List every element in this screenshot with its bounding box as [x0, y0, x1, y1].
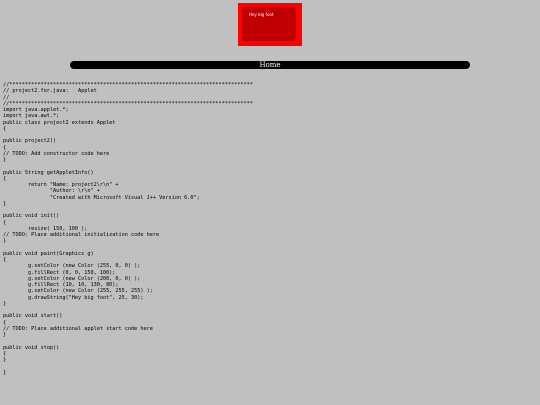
applet-greeting-text: Hey big foot	[249, 12, 274, 17]
java-source-code: //**************************************…	[3, 82, 253, 376]
home-link[interactable]: Home	[70, 61, 470, 69]
home-nav-bar: Home	[70, 61, 470, 69]
java-applet: Hey big foot	[238, 3, 302, 46]
